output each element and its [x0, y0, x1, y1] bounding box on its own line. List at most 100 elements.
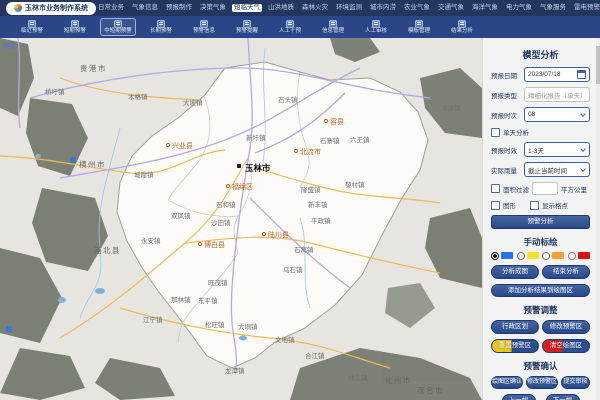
previous-frame-button[interactable]: 上一幅 — [502, 394, 536, 400]
grid-checkbox[interactable] — [530, 201, 539, 210]
town-label: 双凤镇 — [171, 211, 191, 220]
tabbar-item[interactable]: 短期预警 — [57, 18, 93, 37]
next-frame-button[interactable]: 下一幅 — [546, 394, 580, 400]
town-label: 城隍镇 — [134, 170, 154, 179]
rainfall-label: 实际雨量 — [491, 165, 521, 175]
modify-warning-area-button[interactable]: 修改预警区 — [542, 320, 590, 334]
grid-label: 显示格点 — [542, 200, 568, 210]
single-day-row: 单天分析 — [491, 127, 590, 137]
clear-canvas-button[interactable]: 清空绘图区 — [542, 339, 590, 353]
document-icon — [458, 20, 466, 28]
analysis-draw-button[interactable]: 分析成图 — [491, 265, 539, 279]
validity-row: 预报时效 1-3天 — [491, 142, 590, 157]
area-filter-label: 面积过滤 — [503, 184, 529, 194]
tabbar-item[interactable]: 人工干预 — [272, 18, 308, 37]
tab-bar: 临近预警 短期预警 中短期预警 长期预警 预警信息 预警提醒 人工干预 信息管理… — [0, 16, 600, 38]
tabbar-item[interactable]: 预警信息 — [186, 18, 222, 37]
orange-swatch — [552, 252, 564, 259]
panel-scrollbar[interactable] — [596, 38, 600, 400]
topnav-item[interactable]: 城市内涝 — [368, 4, 398, 13]
validity-select[interactable]: 1-3天 — [524, 142, 590, 157]
topnav-item[interactable]: 电力气象 — [504, 4, 534, 13]
end-analysis-button[interactable]: 结束分析 — [542, 265, 590, 279]
graph-checkbox[interactable] — [491, 201, 500, 210]
color-option-yellow[interactable] — [517, 252, 539, 260]
map-canvas[interactable]: 贵港市 横州市 浦北县 化州市 茂名市 玉林市 兴业县 容县 北流市 福绵区 陆… — [0, 38, 482, 400]
document-icon — [28, 20, 36, 28]
scrollbar-thumb[interactable] — [596, 46, 600, 84]
topnav-item[interactable]: 森林火灾 — [300, 4, 330, 13]
topnav-item-active[interactable]: 短临天气 — [232, 4, 262, 13]
town-label: 永安镇 — [141, 236, 161, 245]
tabbar-item[interactable]: 模板管理 — [401, 18, 437, 37]
admin-region-button[interactable]: 行政区划 — [491, 320, 539, 334]
tab-label: 预警提醒 — [236, 29, 258, 35]
forecast-type-label: 预报类型 — [491, 90, 521, 100]
color-option-orange[interactable] — [542, 252, 564, 260]
map-layers-control[interactable]: 图层 — [3, 40, 16, 50]
submit-review-button[interactable]: 提交审核 — [561, 376, 590, 389]
topnav-item[interactable]: 农业气象 — [402, 4, 432, 13]
topnav-item[interactable]: 环境监测 — [334, 4, 364, 13]
chevron-down-icon — [580, 166, 586, 172]
single-day-checkbox[interactable] — [491, 128, 500, 137]
tabbar-item-active[interactable]: 中短期预警 — [100, 18, 136, 37]
tabbar-item[interactable]: 结果分析 — [444, 18, 480, 37]
rainfall-select[interactable]: 截止当前时间 — [524, 162, 590, 177]
forecast-time-select[interactable]: 08 — [524, 107, 590, 122]
forecast-type-input[interactable]: 精细化报告（单天） — [524, 87, 590, 102]
logo-icon — [14, 4, 22, 12]
topnav-item[interactable]: 交通气象 — [436, 4, 466, 13]
forecast-type-value: 精细化报告（单天） — [528, 90, 587, 100]
tabbar-item[interactable]: 长期预警 — [143, 18, 179, 37]
town-label: 龙潭镇 — [225, 366, 245, 375]
area-filter-input[interactable] — [532, 182, 558, 195]
color-option-blue[interactable] — [491, 252, 513, 260]
tabbar-item[interactable]: 临近预警 — [14, 18, 50, 37]
topnav-item[interactable]: 决策气象 — [198, 4, 228, 13]
app-title: 玉林市业务制作系统 — [25, 3, 88, 13]
area-filter-row: 面积过滤 平方公里 — [491, 182, 590, 195]
document-icon — [200, 20, 208, 28]
forecast-time-row: 预报时次 08 — [491, 107, 590, 122]
topnav-item[interactable]: 气象服务 — [538, 4, 568, 13]
town-label: 新圩镇 — [246, 133, 266, 142]
tabbar-item[interactable]: 信息管理 — [315, 18, 351, 37]
tabbar-item[interactable]: 人工审核 — [358, 18, 394, 37]
town-label: 隆盛镇 — [301, 185, 321, 194]
topnav-item[interactable]: 山洪地质 — [266, 4, 296, 13]
forecast-type-row: 预报类型 精细化报告（单天） — [491, 87, 590, 102]
add-result-to-canvas-button[interactable]: 添加分析结果到绘图区 — [491, 284, 590, 298]
tab-label: 临近预警 — [21, 29, 43, 35]
reset-warning-area-button[interactable]: 重置预警区 — [491, 339, 539, 353]
tabbar-item[interactable]: 预警提醒 — [229, 18, 265, 37]
topnav-item[interactable]: 日常业务 — [96, 4, 126, 13]
canvas-confirm-button[interactable]: 绘图区确认 — [491, 376, 523, 389]
blue-swatch — [501, 252, 513, 259]
forecast-date-label: 预报日期 — [491, 70, 521, 80]
app-logo[interactable]: 玉林市业务制作系统 — [6, 2, 96, 15]
header: 玉林市业务制作系统 日常业务 气象信息 预报制作 决策气象 短临天气 山洪地质 … — [0, 0, 600, 16]
town-label: 平政镇 — [311, 216, 331, 225]
town-label: 合江镇 — [305, 351, 325, 360]
warning-analysis-button[interactable]: 预警分析 — [491, 215, 590, 229]
town-label: 木格镇 — [128, 92, 148, 101]
county-label: 陆川县 — [268, 230, 289, 239]
town-label: 石寨镇 — [320, 136, 340, 145]
area-filter-checkbox[interactable] — [491, 184, 500, 193]
county-label: 北流市 — [300, 147, 321, 156]
adjust-buttons-row-2: 重置预警区 清空绘图区 — [491, 339, 590, 353]
color-option-red[interactable] — [568, 252, 590, 260]
document-icon — [243, 20, 251, 28]
town-label: 大坡镇 — [183, 98, 203, 107]
yellow-swatch — [527, 252, 539, 259]
forecast-date-input[interactable]: 2023/07/18 — [524, 67, 590, 82]
topnav-item[interactable]: 气象信息 — [130, 4, 160, 13]
topnav-item[interactable]: 海洋气象 — [470, 4, 500, 13]
topnav-item[interactable]: 雷电预警 — [572, 4, 600, 13]
tab-label: 中短期预警 — [104, 29, 132, 35]
county-label: 博白县 — [204, 240, 225, 249]
topnav-item[interactable]: 预报制作 — [164, 4, 194, 13]
town-label: 江宁镇 — [143, 315, 163, 324]
modify-warning-area-confirm-button[interactable]: 修改预警区 — [526, 376, 558, 389]
